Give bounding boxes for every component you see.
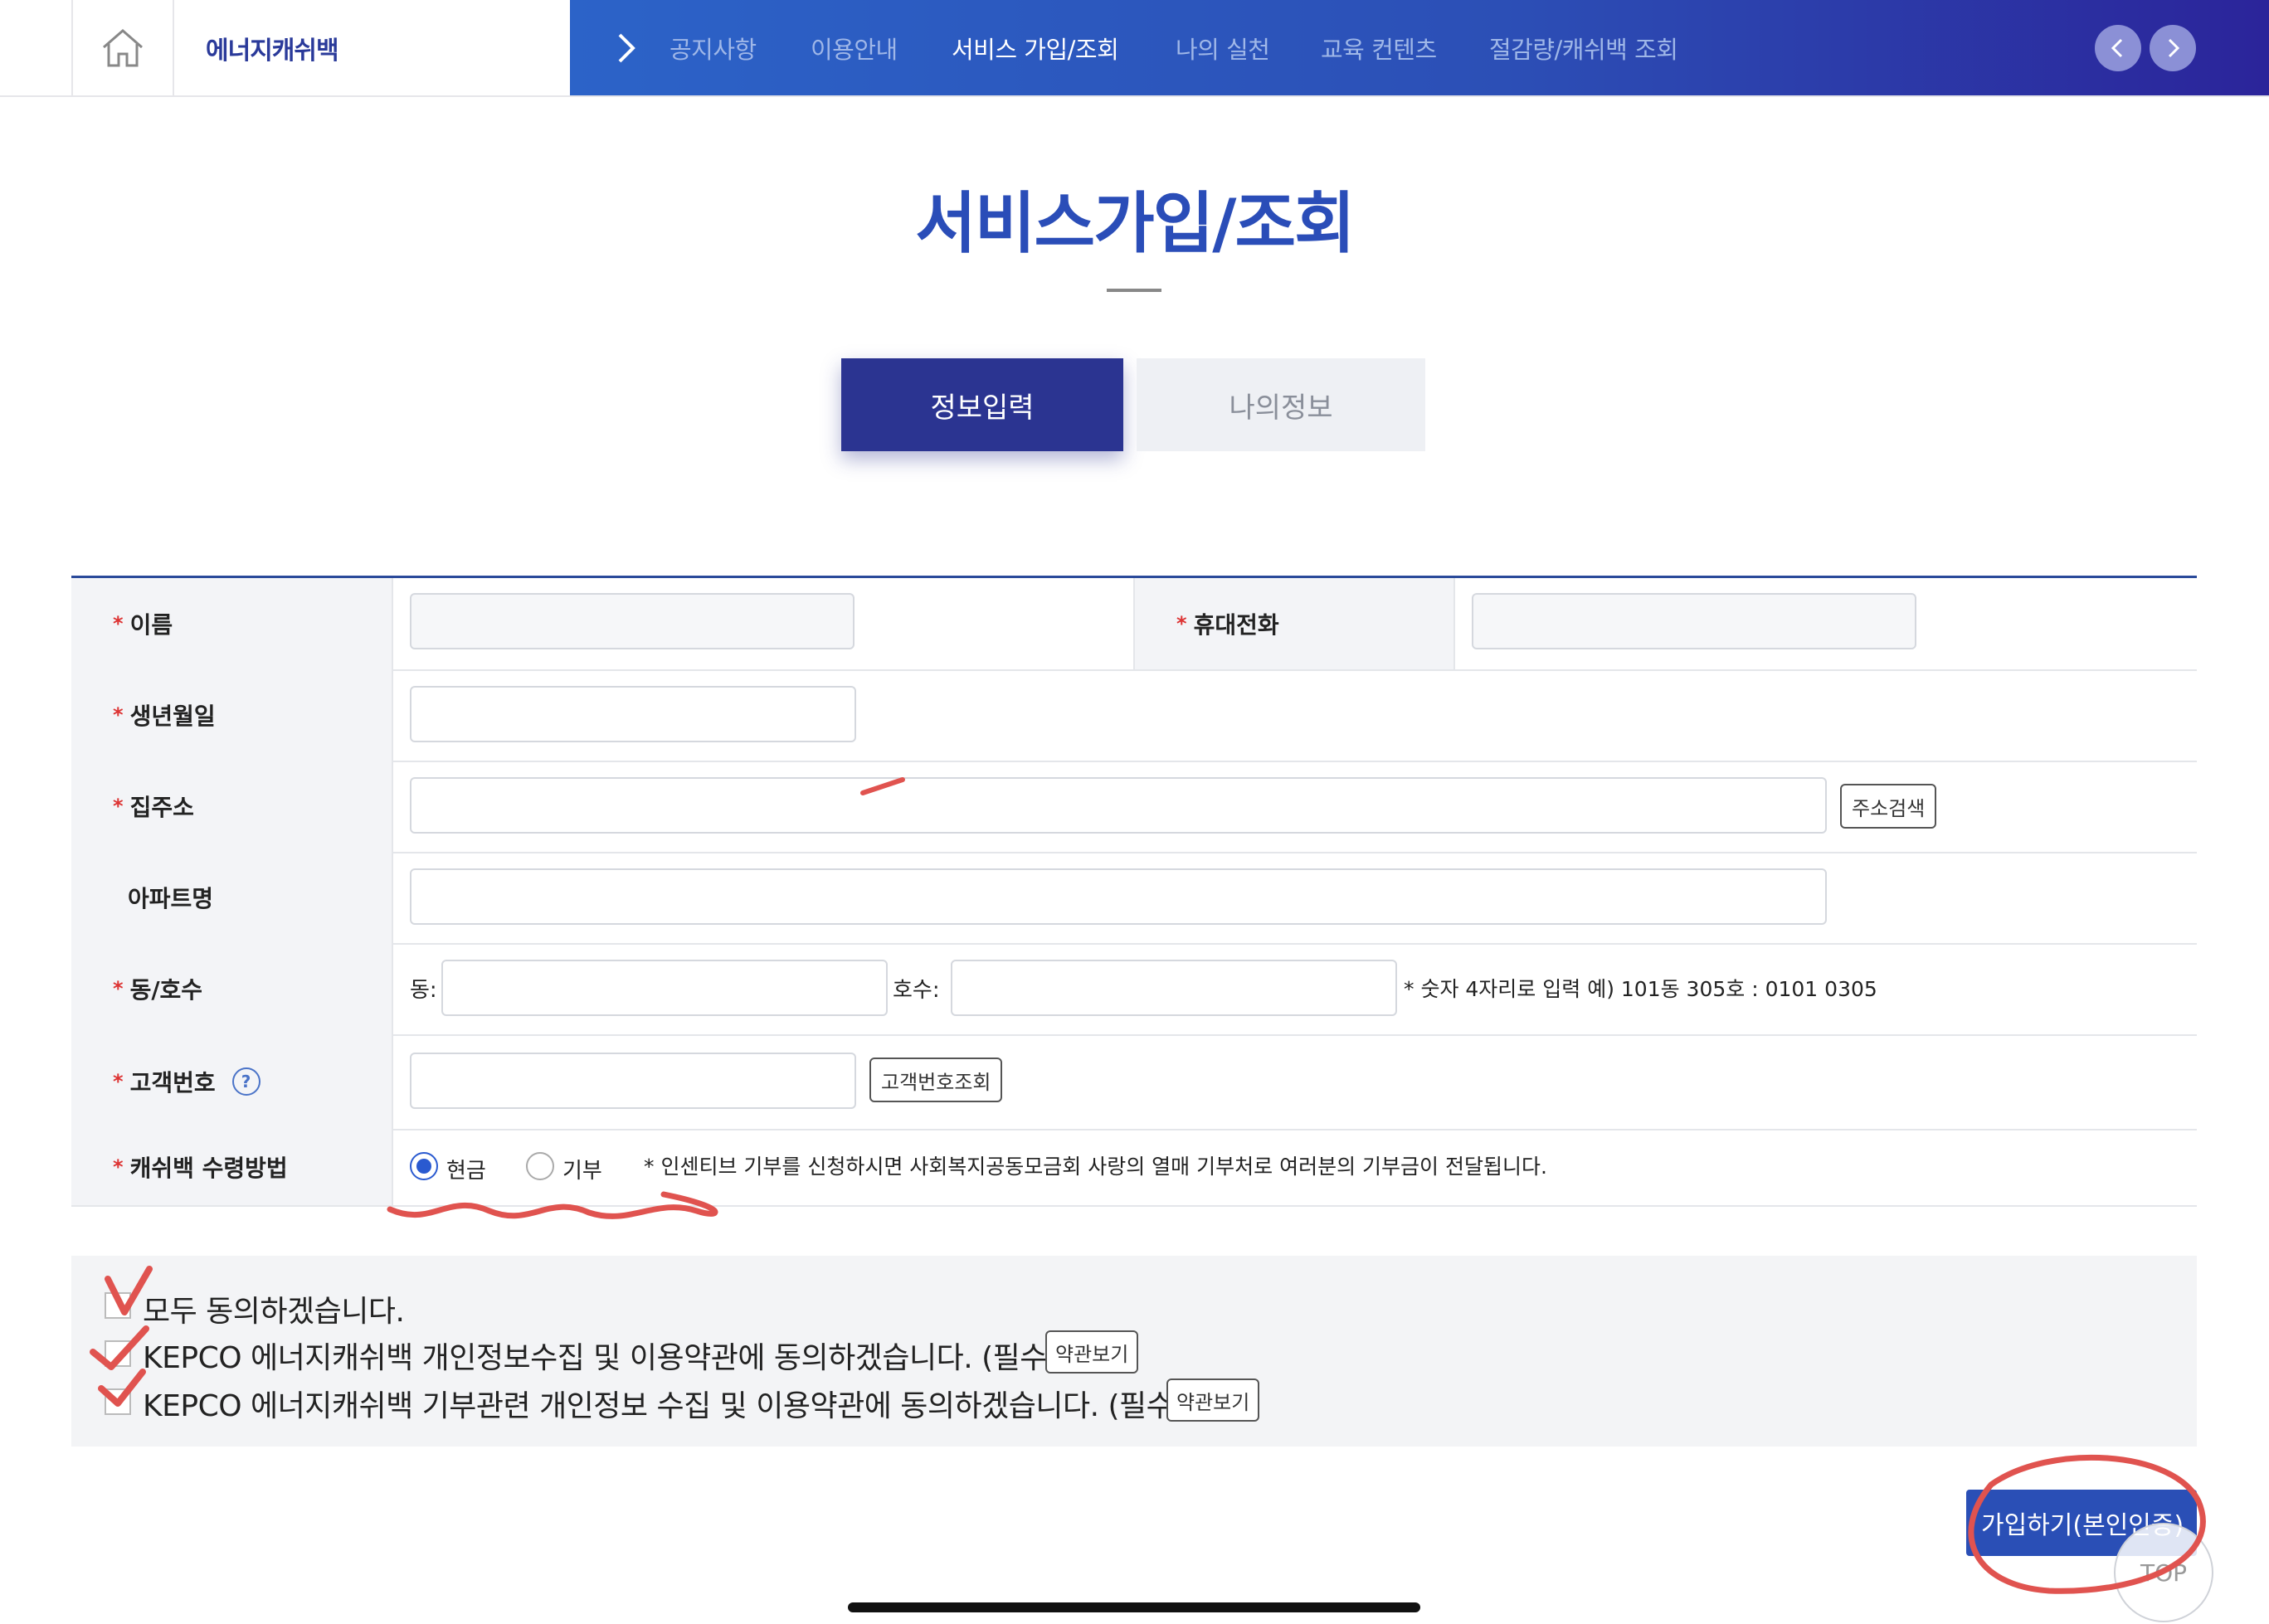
cashback-option-donate[interactable]: 기부 bbox=[562, 1154, 602, 1184]
name-input[interactable] bbox=[410, 593, 855, 649]
customer-no-search-button[interactable]: 고객번호조회 bbox=[869, 1058, 1003, 1102]
nav-next-button[interactable] bbox=[2150, 25, 2196, 71]
main-nav: 공지사항 이용안내 서비스 가입/조회 나의 실천 교육 컨텐츠 절감량/캐쉬백… bbox=[570, 0, 2269, 95]
dong-input[interactable] bbox=[441, 960, 888, 1016]
cashback-option-cash[interactable]: 현금 bbox=[446, 1154, 486, 1184]
agree-all-text[interactable]: 모두 동의하겠습니다. bbox=[143, 1287, 405, 1330]
page-title: 서비스가입/조회 bbox=[915, 185, 1355, 262]
chevron-right-icon bbox=[2168, 38, 2180, 58]
apartment-label: 아파트명 bbox=[71, 852, 393, 943]
form-row-dong-ho: * 동/호수 동: 호수: * 숫자 4자리로 입력 예) 101동 305호 :… bbox=[71, 943, 2197, 1036]
help-icon[interactable]: ? bbox=[231, 1067, 260, 1096]
form-row-birth: * 생년월일 bbox=[71, 669, 2197, 762]
chevron-left-icon bbox=[2111, 38, 2123, 58]
nav-item-education[interactable]: 교육 컨텐츠 bbox=[1321, 0, 1437, 95]
form-row-cashback: * 캐쉬백 수령방법 현금 기부 * 인센티브 기부를 신청하시면 사회복지공동모… bbox=[71, 1129, 2197, 1207]
address-input[interactable] bbox=[410, 777, 1827, 834]
nav-item-guide[interactable]: 이용안내 bbox=[811, 0, 898, 95]
ho-prefix: 호수: bbox=[893, 978, 940, 1003]
agreement-box: 모두 동의하겠습니다. KEPCO 에너지캐쉬백 개인정보수집 및 이용약관에 … bbox=[71, 1256, 2197, 1447]
address-search-button[interactable]: 주소검색 bbox=[1840, 784, 1937, 829]
cashback-hint: * 인센티브 기부를 신청하시면 사회복지공동모금회 사랑의 열매 기부처로 여… bbox=[644, 1155, 1547, 1179]
agree-all-checkbox[interactable] bbox=[105, 1292, 131, 1319]
privacy-terms-button[interactable]: 약관보기 bbox=[1045, 1330, 1139, 1374]
home-icon bbox=[103, 28, 143, 66]
form-row-customer-no: * 고객번호? 고객번호조회 bbox=[71, 1034, 2197, 1130]
form-row-address: * 집주소 주소검색 bbox=[71, 761, 2197, 853]
birth-label: * 생년월일 bbox=[71, 669, 393, 761]
title-divider bbox=[1107, 289, 1161, 292]
agree-privacy-checkbox[interactable] bbox=[105, 1340, 131, 1367]
cashback-radio-donate[interactable] bbox=[526, 1152, 554, 1180]
customer-no-label: * 고객번호? bbox=[71, 1034, 393, 1129]
signup-form: * 이름 * 휴대전화 * 생년월일 * 집주소 주소검색 아파트명 * 동/호수 동: … bbox=[71, 576, 2197, 1207]
nav-item-notice[interactable]: 공지사항 bbox=[670, 0, 757, 95]
agree-privacy-text[interactable]: KEPCO 에너지캐쉬백 개인정보수집 및 이용약관에 동의하겠습니다. (필수… bbox=[143, 1334, 1059, 1377]
top-header: 에너지캐쉬백 공지사항 이용안내 서비스 가입/조회 나의 실천 교육 컨텐츠 … bbox=[0, 0, 2269, 97]
agree-donation-checkbox[interactable] bbox=[105, 1388, 131, 1415]
tab-my-info[interactable]: 나의정보 bbox=[1137, 358, 1425, 451]
dong-ho-hint: * 숫자 4자리로 입력 예) 101동 305호 : 0101 0305 bbox=[1404, 977, 1877, 1001]
phone-label: * 휴대전화 bbox=[1133, 578, 1455, 669]
home-button[interactable] bbox=[71, 0, 174, 95]
home-indicator bbox=[848, 1602, 1420, 1612]
cashback-label: * 캐쉬백 수령방법 bbox=[71, 1129, 393, 1205]
tab-info-input[interactable]: 정보입력 bbox=[841, 358, 1123, 451]
nav-item-practice[interactable]: 나의 실천 bbox=[1176, 0, 1270, 95]
donation-terms-button[interactable]: 약관보기 bbox=[1166, 1378, 1260, 1422]
ho-input[interactable] bbox=[951, 960, 1397, 1016]
nav-prev-button[interactable] bbox=[2095, 25, 2141, 71]
form-row-apartment: 아파트명 bbox=[71, 852, 2197, 945]
customer-no-input[interactable] bbox=[410, 1053, 856, 1109]
chevron-right-icon[interactable] bbox=[611, 30, 641, 66]
address-label: * 집주소 bbox=[71, 761, 393, 852]
brand-title[interactable]: 에너지캐쉬백 bbox=[206, 0, 339, 95]
phone-input[interactable] bbox=[1472, 593, 1916, 649]
form-row-name: * 이름 * 휴대전화 bbox=[71, 578, 2197, 671]
agree-donation-text[interactable]: KEPCO 에너지캐쉬백 기부관련 개인정보 수집 및 이용약관에 동의하겠습니… bbox=[143, 1382, 1185, 1425]
apartment-input[interactable] bbox=[410, 868, 1827, 925]
nav-item-service[interactable]: 서비스 가입/조회 bbox=[952, 0, 1119, 95]
name-label: * 이름 bbox=[71, 578, 393, 669]
birth-input[interactable] bbox=[410, 686, 856, 742]
scroll-top-button[interactable]: TOP bbox=[2114, 1523, 2213, 1622]
dong-prefix: 동: bbox=[410, 978, 437, 1003]
dong-ho-label: * 동/호수 bbox=[71, 943, 393, 1034]
nav-item-savings[interactable]: 절감량/캐쉬백 조회 bbox=[1489, 0, 1678, 95]
cashback-radio-cash[interactable] bbox=[410, 1152, 438, 1180]
